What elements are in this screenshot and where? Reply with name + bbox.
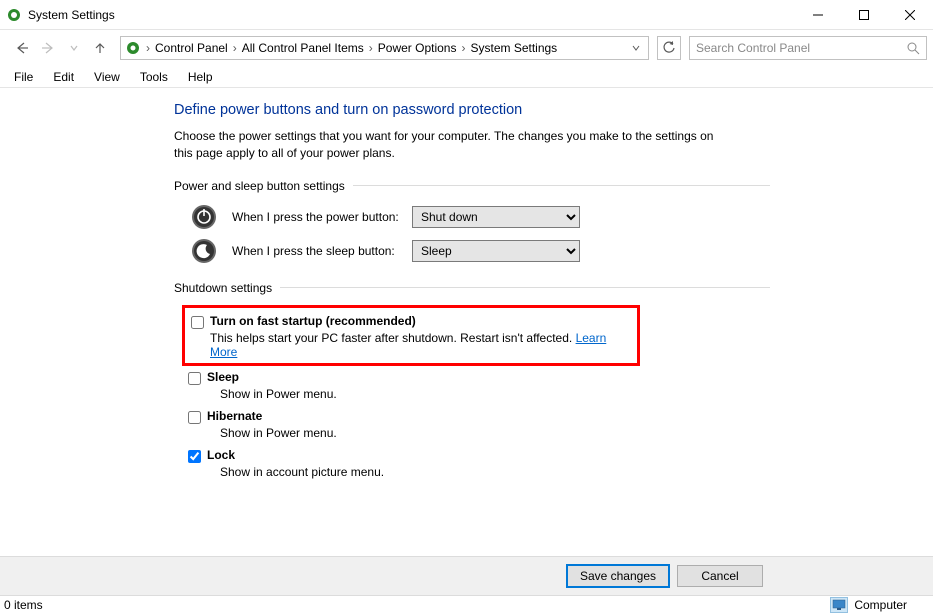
section-power-sleep: Power and sleep button settings [174,179,770,193]
forward-button[interactable] [36,36,60,60]
power-button-icon [190,203,218,231]
sleep-button-label: When I press the sleep button: [232,244,412,258]
menu-view[interactable]: View [86,68,128,86]
search-placeholder: Search Control Panel [696,41,810,55]
page-heading: Define power buttons and turn on passwor… [174,102,770,118]
menu-edit[interactable]: Edit [45,68,82,86]
window-title: System Settings [28,8,115,22]
search-icon [906,41,920,58]
page-description: Choose the power settings that you want … [174,128,734,163]
save-changes-button[interactable]: Save changes [567,565,669,587]
menu-tools[interactable]: Tools [132,68,176,86]
breadcrumb-power-options[interactable]: Power Options [376,41,459,55]
app-icon [6,7,22,23]
power-options-folder-icon [125,40,141,56]
hibernate-checkbox-desc: Show in Power menu. [220,426,770,440]
close-button[interactable] [887,0,933,30]
chevron-right-icon[interactable]: › [230,41,240,55]
breadcrumb-control-panel[interactable]: Control Panel [153,41,230,55]
fast-startup-checkbox[interactable] [191,316,204,329]
up-button[interactable] [88,36,112,60]
chevron-right-icon[interactable]: › [366,41,376,55]
sleep-checkbox-desc: Show in Power menu. [220,387,770,401]
sleep-button-select[interactable]: Sleep [412,240,580,262]
power-button-select[interactable]: Shut down [412,206,580,228]
address-dropdown[interactable] [628,44,644,52]
status-computer: Computer [854,598,907,612]
monitor-icon[interactable] [830,597,848,613]
navbar: › Control Panel › All Control Panel Item… [0,30,933,66]
lock-checkbox-desc: Show in account picture menu. [220,465,770,479]
sleep-checkbox-label: Sleep [207,370,239,384]
menubar: File Edit View Tools Help [0,66,933,88]
chevron-right-icon[interactable]: › [143,41,153,55]
button-bar: Save changes Cancel [0,556,933,595]
hibernate-checkbox-label: Hibernate [207,409,262,423]
section-shutdown: Shutdown settings [174,281,770,295]
sleep-checkbox[interactable] [188,372,201,385]
content-area: Define power buttons and turn on passwor… [0,88,933,575]
chevron-right-icon[interactable]: › [458,41,468,55]
section-label: Shutdown settings [174,281,280,295]
refresh-button[interactable] [657,36,681,60]
section-label: Power and sleep button settings [174,179,353,193]
sleep-button-icon [190,237,218,265]
back-button[interactable] [10,36,34,60]
menu-file[interactable]: File [6,68,41,86]
titlebar: System Settings [0,0,933,30]
recent-dropdown[interactable] [62,36,86,60]
statusbar: 0 items Computer [0,595,933,614]
lock-checkbox[interactable] [188,450,201,463]
address-bar[interactable]: › Control Panel › All Control Panel Item… [120,36,649,60]
breadcrumb-all-items[interactable]: All Control Panel Items [240,41,366,55]
power-button-label: When I press the power button: [232,210,412,224]
search-input[interactable]: Search Control Panel [689,36,927,60]
menu-help[interactable]: Help [180,68,221,86]
highlight-fast-startup: Turn on fast startup (recommended) This … [182,305,640,366]
minimize-button[interactable] [795,0,841,30]
hibernate-checkbox[interactable] [188,411,201,424]
lock-checkbox-label: Lock [207,448,235,462]
fast-startup-desc: This helps start your PC faster after sh… [210,331,576,345]
fast-startup-label: Turn on fast startup (recommended) [210,314,416,328]
status-items: 0 items [4,598,43,612]
breadcrumb-system-settings[interactable]: System Settings [468,41,559,55]
cancel-button[interactable]: Cancel [677,565,763,587]
maximize-button[interactable] [841,0,887,30]
